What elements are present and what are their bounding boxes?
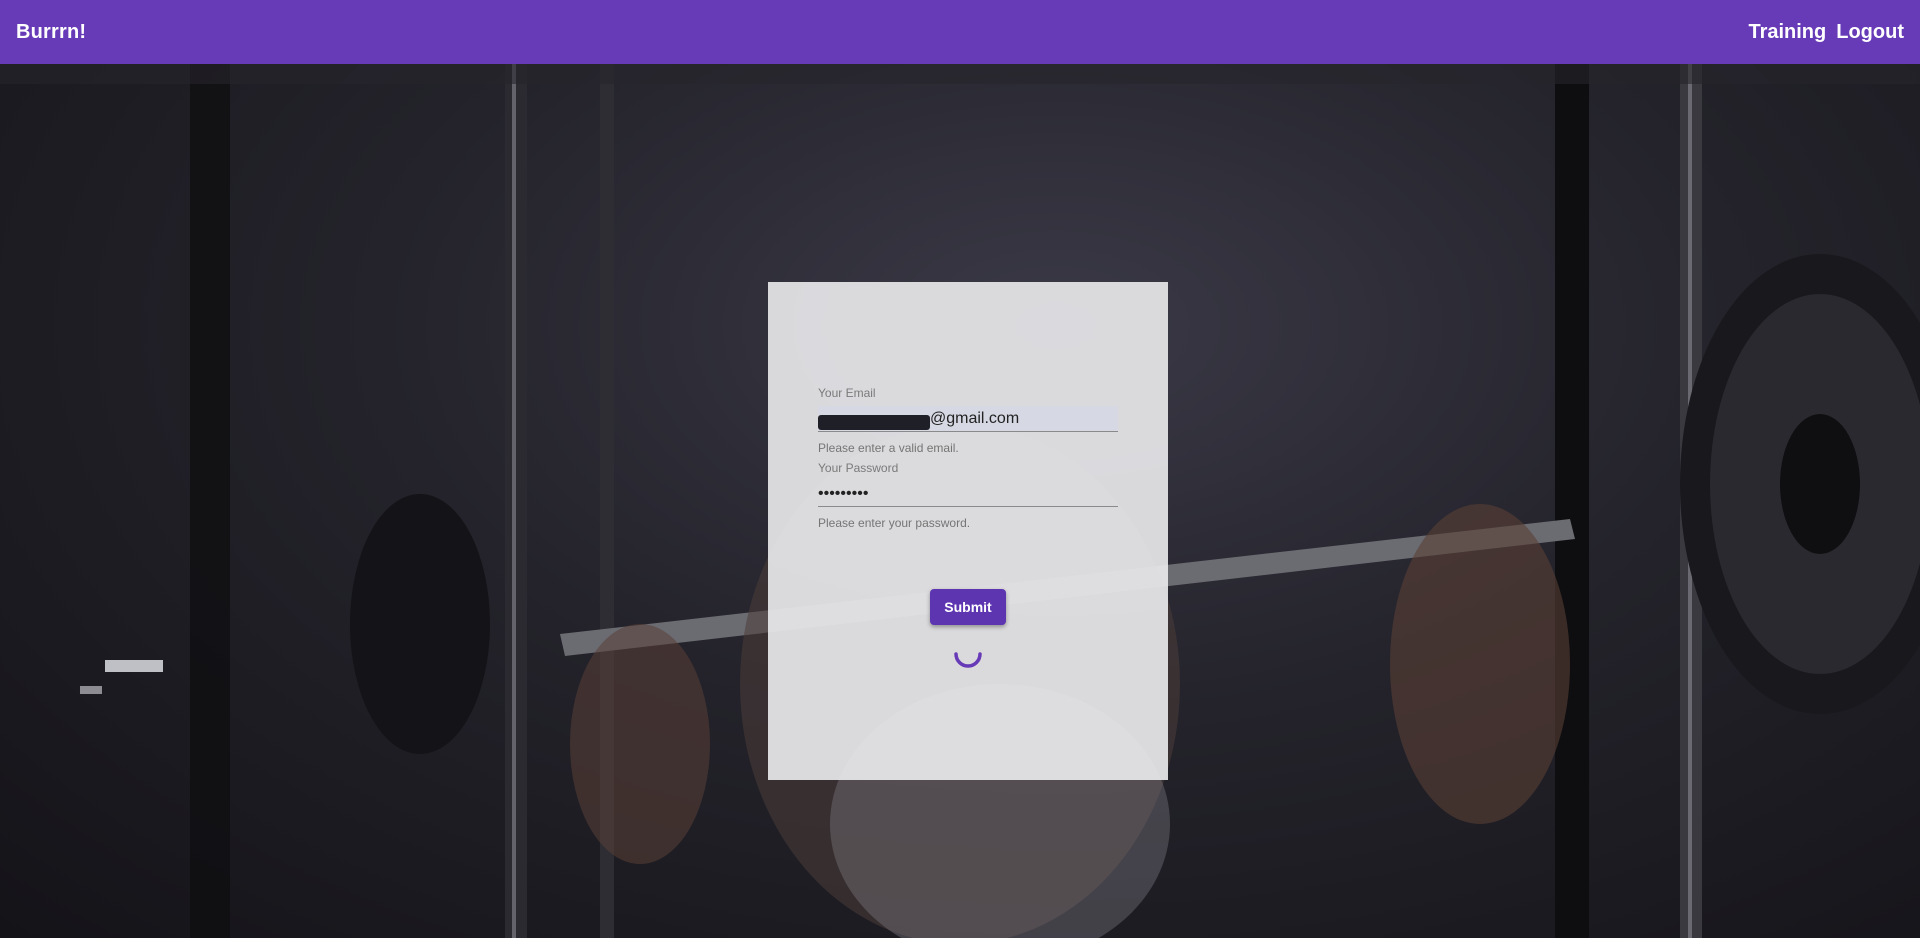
logout-link[interactable]: Logout [1836,21,1904,44]
loading-spinner-icon [954,652,982,668]
email-field-wrapper [818,406,1118,432]
password-field[interactable] [818,481,1118,507]
app-brand[interactable]: Burrrn! [16,21,86,44]
redaction-bar [818,415,930,430]
training-link[interactable]: Training [1748,21,1826,44]
top-nav: Training Logout [1748,21,1904,44]
top-toolbar: Burrrn! Training Logout [0,0,1920,64]
email-label: Your Email [818,386,876,400]
login-card: Your Email Please enter a valid email. Y… [768,282,1168,780]
login-form: Your Email Please enter a valid email. Y… [818,386,1118,530]
password-label: Your Password [818,461,899,475]
submit-button[interactable]: Submit [930,589,1006,625]
email-hint: Please enter a valid email. [818,441,959,455]
password-hint: Please enter your password. [818,516,971,530]
